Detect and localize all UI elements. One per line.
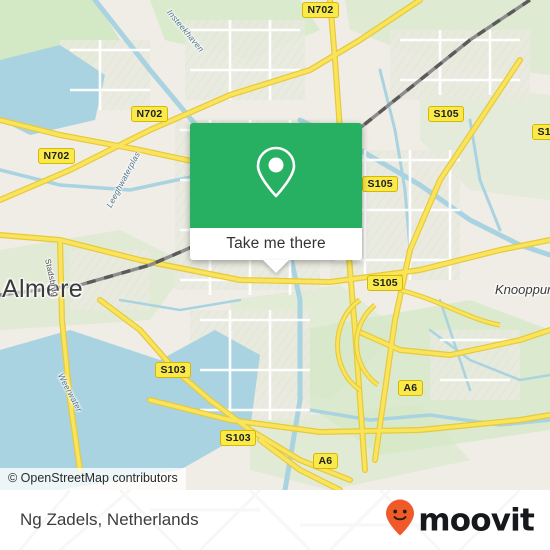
map-canvas[interactable]: N702 N702 N702 S105 S105 S1 S105 S103 S1… bbox=[0, 0, 550, 490]
popup-pointer-tail bbox=[263, 260, 289, 273]
take-me-there-label: Take me there bbox=[226, 235, 326, 252]
footer-bar: Ng Zadels, Netherlands moovit bbox=[0, 490, 550, 550]
road-shield: S105 bbox=[367, 275, 404, 291]
road-shield: N702 bbox=[131, 106, 168, 122]
location-popup[interactable]: Take me there bbox=[190, 123, 362, 273]
road-shield: S103 bbox=[220, 430, 257, 446]
osm-attribution[interactable]: © OpenStreetMap contributors bbox=[0, 468, 186, 490]
road-shield: S103 bbox=[155, 362, 192, 378]
map-label-city: Almere bbox=[2, 275, 83, 303]
road-shield: A6 bbox=[313, 453, 338, 469]
road-shield: N702 bbox=[302, 2, 339, 18]
popup-action-bar[interactable]: Take me there bbox=[190, 228, 362, 260]
moovit-pin-smiley-icon bbox=[385, 499, 415, 542]
place-title: Ng Zadels, Netherlands bbox=[20, 510, 199, 529]
road-shield: S1 bbox=[532, 124, 550, 140]
moovit-logo[interactable]: moovit bbox=[385, 499, 535, 542]
moovit-location-card: N702 N702 N702 S105 S105 S1 S105 S103 S1… bbox=[0, 0, 550, 550]
moovit-wordmark: moovit bbox=[418, 502, 535, 538]
map-pin-icon bbox=[253, 144, 299, 207]
map-label-hamlet: Knooppunt bbox=[495, 282, 550, 297]
road-shield: N702 bbox=[38, 148, 75, 164]
popup-header bbox=[190, 123, 362, 228]
road-shield: S105 bbox=[362, 176, 399, 192]
road-shield: A6 bbox=[398, 380, 423, 396]
road-shield: S105 bbox=[428, 106, 465, 122]
